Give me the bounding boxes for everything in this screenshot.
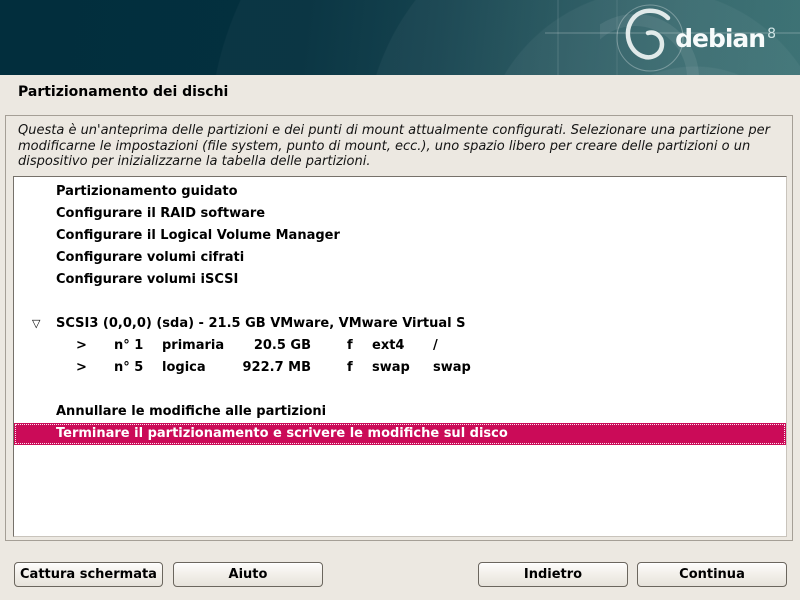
- disk-label: SCSI3 (0,0,0) (sda) - 21.5 GB VMware, VM…: [56, 316, 465, 331]
- partition-format-flag: f: [347, 357, 353, 379]
- partition-size: 20.5 GB: [219, 335, 311, 357]
- expander-open-icon[interactable]: ▽: [32, 313, 40, 335]
- list-item-undo-changes[interactable]: Annullare le modifiche alle partizioni: [14, 401, 786, 423]
- list-item-configure-iscsi[interactable]: Configurare volumi iSCSI: [14, 269, 786, 291]
- partition-format-flag: f: [347, 335, 353, 357]
- list-item-partition-1[interactable]: > n° 1 primaria 20.5 GB f ext4 /: [14, 335, 786, 357]
- partition-filesystem: ext4: [372, 335, 404, 357]
- installer-window: debian8 Partizionamento dei dischi Quest…: [0, 0, 800, 600]
- debian-wordmark: debian8: [675, 20, 776, 53]
- debian-brand-text: debian: [675, 24, 765, 53]
- screenshot-button[interactable]: Cattura schermata: [14, 562, 163, 587]
- partition-list[interactable]: Partizionamento guidato Configurare il R…: [13, 176, 787, 537]
- back-button[interactable]: Indietro: [478, 562, 628, 587]
- partition-type: logica: [162, 357, 206, 379]
- partition-arrow-icon: >: [76, 357, 87, 379]
- partition-type: primaria: [162, 335, 224, 357]
- partition-size: 922.7 MB: [219, 357, 311, 379]
- list-item-configure-raid[interactable]: Configurare il RAID software: [14, 203, 786, 225]
- page-title: Partizionamento dei dischi: [18, 84, 228, 100]
- partition-arrow-icon: >: [76, 335, 87, 357]
- partition-mount-point: /: [433, 335, 438, 357]
- list-item-spacer: [14, 379, 786, 401]
- list-item-finish-partitioning[interactable]: Terminare il partizionamento e scrivere …: [14, 423, 786, 445]
- partition-number: n° 5: [114, 357, 143, 379]
- partition-filesystem: swap: [372, 357, 410, 379]
- debian-version-number: 8: [767, 26, 776, 42]
- continue-button[interactable]: Continua: [637, 562, 787, 587]
- list-item-disk-sda[interactable]: ▽ SCSI3 (0,0,0) (sda) - 21.5 GB VMware, …: [14, 313, 786, 335]
- list-item-configure-lvm[interactable]: Configurare il Logical Volume Manager: [14, 225, 786, 247]
- partition-mount-point: swap: [433, 357, 471, 379]
- installer-banner: debian8: [0, 0, 800, 75]
- list-item-partition-5[interactable]: > n° 5 logica 922.7 MB f swap swap: [14, 357, 786, 379]
- list-item-configure-encrypted[interactable]: Configurare volumi cifrati: [14, 247, 786, 269]
- partitioning-description: Questa è un'anteprima delle partizioni e…: [18, 123, 782, 170]
- help-button[interactable]: Aiuto: [173, 562, 323, 587]
- list-item-guided-partitioning[interactable]: Partizionamento guidato: [14, 181, 786, 203]
- partition-number: n° 1: [114, 335, 143, 357]
- list-item-spacer: [14, 291, 786, 313]
